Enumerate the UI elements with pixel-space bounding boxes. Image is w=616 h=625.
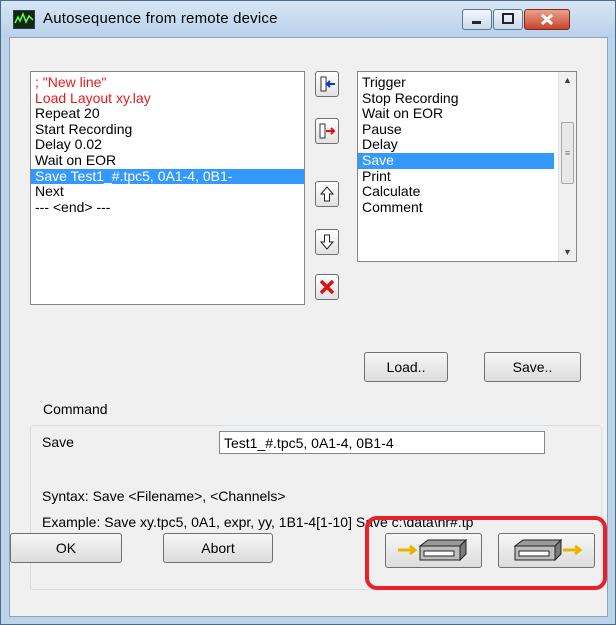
palette-item-delay[interactable]: Delay: [358, 137, 554, 153]
list-item[interactable]: Load Layout xy.lay: [31, 91, 304, 107]
save-list-button[interactable]: Save..: [484, 352, 581, 382]
palette-item-stop-recording[interactable]: Stop Recording: [358, 90, 554, 107]
palette-item-save-selected[interactable]: Save: [358, 152, 554, 169]
receive-from-device-button[interactable]: [498, 533, 595, 568]
palette-item-comment[interactable]: Comment: [358, 199, 554, 216]
list-item[interactable]: Wait on EOR: [31, 153, 304, 169]
send-to-device-button[interactable]: [385, 533, 482, 568]
close-button[interactable]: [524, 9, 570, 30]
palette-item-pause[interactable]: Pause: [358, 121, 554, 138]
move-down-icon: [319, 234, 335, 250]
send-to-device-icon: [397, 538, 467, 562]
scroll-up-icon[interactable]: ▲: [559, 72, 576, 89]
receive-from-device-icon: [513, 538, 582, 562]
dialog-window: Autosequence from remote device ; "New l…: [0, 0, 616, 625]
move-up-button[interactable]: [315, 181, 339, 207]
insert-after-button[interactable]: [315, 118, 339, 144]
list-item-selected[interactable]: Save Test1_#.tpc5, 0A1-4, 0B1-: [31, 168, 304, 185]
app-icon: [13, 10, 35, 29]
list-item[interactable]: Repeat 20: [31, 106, 304, 122]
palette-item-wait-on-eor[interactable]: Wait on EOR: [358, 106, 554, 122]
sequence-list[interactable]: ; "New line" Load Layout xy.lay Repeat 2…: [30, 71, 305, 305]
palette-item-trigger[interactable]: Trigger: [358, 74, 554, 91]
title-bar[interactable]: Autosequence from remote device: [1, 1, 615, 37]
abort-button[interactable]: Abort: [163, 533, 273, 563]
insert-before-button[interactable]: [315, 71, 339, 97]
insert-right-arrow-icon: [319, 123, 336, 139]
command-parameter-input[interactable]: Test1_#.tpc5, 0A1-4, 0B1-4: [219, 431, 545, 454]
palette-item-calculate[interactable]: Calculate: [358, 184, 554, 200]
syntax-text: Syntax: Save <Filename>, <Channels>: [42, 488, 286, 504]
list-item[interactable]: Delay 0.02: [31, 137, 304, 153]
command-name-label: Save: [42, 434, 74, 450]
minimize-button[interactable]: [462, 9, 492, 30]
scroll-down-icon[interactable]: ▼: [559, 244, 576, 261]
ok-button[interactable]: OK: [10, 533, 122, 563]
list-item[interactable]: Start Recording: [31, 122, 304, 138]
window-title: Autosequence from remote device: [43, 10, 278, 27]
command-palette-list[interactable]: Trigger Stop Recording Wait on EOR Pause…: [357, 71, 577, 262]
palette-item-print[interactable]: Print: [358, 168, 554, 185]
move-up-icon: [319, 186, 335, 202]
delete-x-icon: [319, 279, 335, 295]
command-group-label: Command: [40, 401, 111, 417]
palette-scrollbar[interactable]: ▲ ≡ ▼: [558, 72, 576, 261]
list-item[interactable]: ; "New line": [31, 75, 304, 91]
list-item[interactable]: Next: [31, 184, 304, 200]
insert-left-arrow-icon: [320, 76, 335, 92]
maximize-button[interactable]: [493, 9, 523, 30]
load-button[interactable]: Load..: [364, 352, 448, 382]
list-item[interactable]: --- <end> ---: [31, 200, 304, 216]
move-down-button[interactable]: [315, 229, 339, 255]
delete-button[interactable]: [315, 274, 339, 300]
scroll-thumb[interactable]: ≡: [561, 122, 574, 184]
